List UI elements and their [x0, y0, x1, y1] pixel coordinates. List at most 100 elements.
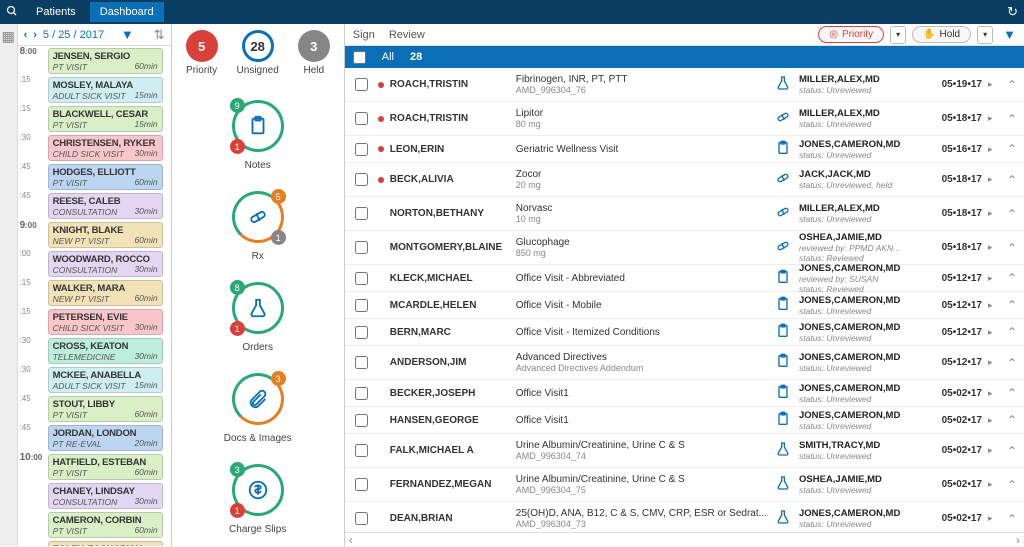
task-checkbox[interactable]: [355, 272, 368, 285]
refresh-icon[interactable]: ↻: [1007, 4, 1018, 20]
task-checkbox[interactable]: [355, 444, 368, 457]
task-checkbox[interactable]: [355, 326, 368, 339]
appointment[interactable]: CAMERON, CORBINPT VISIT60min: [48, 512, 163, 538]
task-checkbox[interactable]: [355, 112, 368, 125]
task-arrow-icon: ▸: [988, 479, 1000, 490]
task-arrow-icon: ▸: [988, 300, 1000, 311]
task-row[interactable]: MONTGOMERY,BLAINE Glucophage850 mg OSHEA…: [345, 231, 1024, 265]
tab-patients[interactable]: Patients: [26, 2, 86, 22]
appointment[interactable]: JENSEN, SERGIOPT VISIT60min: [48, 48, 163, 74]
review-link[interactable]: Review: [389, 29, 425, 41]
task-checkbox[interactable]: [355, 299, 368, 312]
task-expand-icon[interactable]: ⌃: [1006, 112, 1018, 126]
schedule-filter-icon[interactable]: ▼: [121, 27, 134, 42]
prev-day-icon[interactable]: ‹: [24, 29, 28, 41]
task-checkbox[interactable]: [355, 356, 368, 369]
task-checkbox[interactable]: [355, 387, 368, 400]
task-row[interactable]: FERNANDEZ,MEGAN Urine Albumin/Creatinine…: [345, 468, 1024, 502]
unsigned-badge[interactable]: 28: [242, 30, 274, 62]
appointment[interactable]: STOUT, LIBBYPT VISIT60min: [48, 396, 163, 422]
task-expand-icon[interactable]: ⌃: [1006, 207, 1018, 221]
task-patient: LEON,ERIN: [390, 144, 510, 155]
task-row[interactable]: BERN,MARC Office Visit - Itemized Condit…: [345, 319, 1024, 346]
task-expand-icon[interactable]: ⌃: [1006, 444, 1018, 458]
task-arrow-icon: ▸: [988, 327, 1000, 338]
task-row[interactable]: NORTON,BETHANY Norvasc10 mg MILLER,ALEX,…: [345, 197, 1024, 231]
task-expand-icon[interactable]: ⌃: [1006, 413, 1018, 427]
priority-dropdown[interactable]: ▾: [890, 26, 906, 44]
appointment[interactable]: WALKER, MARANEW PT VISIT60min: [48, 280, 163, 306]
task-row[interactable]: HANSEN,GEORGE Office Visit1 JONES,CAMERO…: [345, 407, 1024, 434]
circle-docs-images[interactable]: 3: [232, 373, 284, 425]
task-description: Fibrinogen, INR, PT, PTTAMD_996304_76: [516, 74, 767, 95]
task-row[interactable]: BECKER,JOSEPH Office Visit1 JONES,CAMERO…: [345, 380, 1024, 407]
tab-all[interactable]: All: [382, 51, 394, 63]
appointment[interactable]: CHRISTENSEN, RYKERCHILD SICK VISIT30min: [48, 135, 163, 161]
task-checkbox[interactable]: [355, 78, 368, 91]
appointment[interactable]: MCKEE, ANABELLAADULT SICK VISIT15min: [48, 367, 163, 393]
task-checkbox[interactable]: [355, 414, 368, 427]
hold-button[interactable]: ✋ Hold: [912, 26, 971, 43]
task-description: 25(OH)D, ANA, B12, C & S, CMV, CRP, ESR …: [516, 508, 767, 529]
task-row[interactable]: FALK,MICHAEL A Urine Albumin/Creatinine,…: [345, 434, 1024, 468]
circle-orders[interactable]: 81: [232, 282, 284, 334]
task-expand-icon[interactable]: ⌃: [1006, 478, 1018, 492]
task-expand-icon[interactable]: ⌃: [1006, 356, 1018, 370]
task-provider: JONES,CAMERON,MDstatus: Unreviewed: [799, 410, 924, 431]
task-row[interactable]: ANDERSON,JIM Advanced DirectivesAdvanced…: [345, 346, 1024, 380]
circle-charge-slips[interactable]: 31: [232, 464, 284, 516]
task-checkbox[interactable]: [355, 512, 368, 525]
scroll-left-icon[interactable]: ‹: [349, 533, 353, 547]
priority-badge[interactable]: 5: [186, 30, 218, 62]
task-expand-icon[interactable]: ⌃: [1006, 512, 1018, 526]
scroll-right-icon[interactable]: ›: [1016, 533, 1020, 547]
task-row[interactable]: KLECK,MICHAEL Office Visit - Abbreviated…: [345, 265, 1024, 292]
appointment[interactable]: HODGES, ELLIOTTPT VISIT60min: [48, 164, 163, 190]
task-expand-icon[interactable]: ⌃: [1006, 271, 1018, 285]
appointment[interactable]: EOLEY, ZACHARIAH: [48, 541, 163, 546]
task-expand-icon[interactable]: ⌃: [1006, 78, 1018, 92]
select-all-checkbox[interactable]: [353, 51, 366, 64]
task-arrow-icon: ▸: [988, 388, 1000, 399]
task-row[interactable]: BECK,ALIVIA Zocor20 mg JACK,JACK,MDstatu…: [345, 163, 1024, 197]
appointment[interactable]: KNIGHT, BLAKENEW PT VISIT60min: [48, 222, 163, 248]
task-checkbox[interactable]: [355, 207, 368, 220]
search-icon[interactable]: [6, 5, 18, 20]
appointment[interactable]: PETERSEN, EVIECHILD SICK VISIT30min: [48, 309, 163, 335]
appointment[interactable]: CHANEY, LINDSAYCONSULTATION30min: [48, 483, 163, 509]
task-row[interactable]: LEON,ERIN Geriatric Wellness Visit JONES…: [345, 136, 1024, 163]
task-row[interactable]: ROACH,TRISTIN Fibrinogen, INR, PT, PTTAM…: [345, 68, 1024, 102]
task-expand-icon[interactable]: ⌃: [1006, 241, 1018, 255]
task-expand-icon[interactable]: ⌃: [1006, 386, 1018, 400]
task-checkbox[interactable]: [355, 143, 368, 156]
task-expand-icon[interactable]: ⌃: [1006, 142, 1018, 156]
task-expand-icon[interactable]: ⌃: [1006, 325, 1018, 339]
task-checkbox[interactable]: [355, 478, 368, 491]
task-row[interactable]: ROACH,TRISTIN Lipitor80 mg MILLER,ALEX,M…: [345, 102, 1024, 136]
appointment[interactable]: HATFIELD, ESTEBANPT VISIT60min: [48, 454, 163, 480]
appointment[interactable]: CROSS, KEATONTELEMEDICINE30min: [48, 338, 163, 364]
next-day-icon[interactable]: ›: [33, 29, 37, 41]
appointment[interactable]: WOODWARD, ROCCOCONSULTATION30min: [48, 251, 163, 277]
priority-button[interactable]: ◎ Priority: [818, 26, 884, 43]
appointment[interactable]: REESE, CALEBCONSULTATION30min: [48, 193, 163, 219]
task-expand-icon[interactable]: ⌃: [1006, 173, 1018, 187]
held-badge[interactable]: 3: [298, 30, 330, 62]
circle-rx[interactable]: 51: [232, 191, 284, 243]
appointment[interactable]: JORDAN, LONDONPT RE-EVAL20min: [48, 425, 163, 451]
task-row[interactable]: MCARDLE,HELEN Office Visit - Mobile JONE…: [345, 292, 1024, 319]
hold-dropdown[interactable]: ▾: [977, 26, 993, 44]
circle-notes[interactable]: 91: [232, 100, 284, 152]
schedule-date[interactable]: 5 / 25 / 2017: [43, 29, 115, 41]
task-expand-icon[interactable]: ⌃: [1006, 298, 1018, 312]
calendar-icon[interactable]: ▦: [2, 28, 15, 44]
appointment[interactable]: BLACKWELL, CESARPT VISIT15min: [48, 106, 163, 132]
task-row[interactable]: DEAN,BRIAN 25(OH)D, ANA, B12, C & S, CMV…: [345, 502, 1024, 532]
schedule-sort-icon[interactable]: ⇅: [154, 27, 165, 43]
appointment[interactable]: MOSLEY, MALAYAADULT SICK VISIT15min: [48, 77, 163, 103]
tab-dashboard[interactable]: Dashboard: [90, 2, 164, 22]
tasks-filter-icon[interactable]: ▼: [1003, 27, 1016, 42]
sign-link[interactable]: Sign: [353, 29, 375, 41]
task-checkbox[interactable]: [355, 241, 368, 254]
task-checkbox[interactable]: [355, 173, 368, 186]
